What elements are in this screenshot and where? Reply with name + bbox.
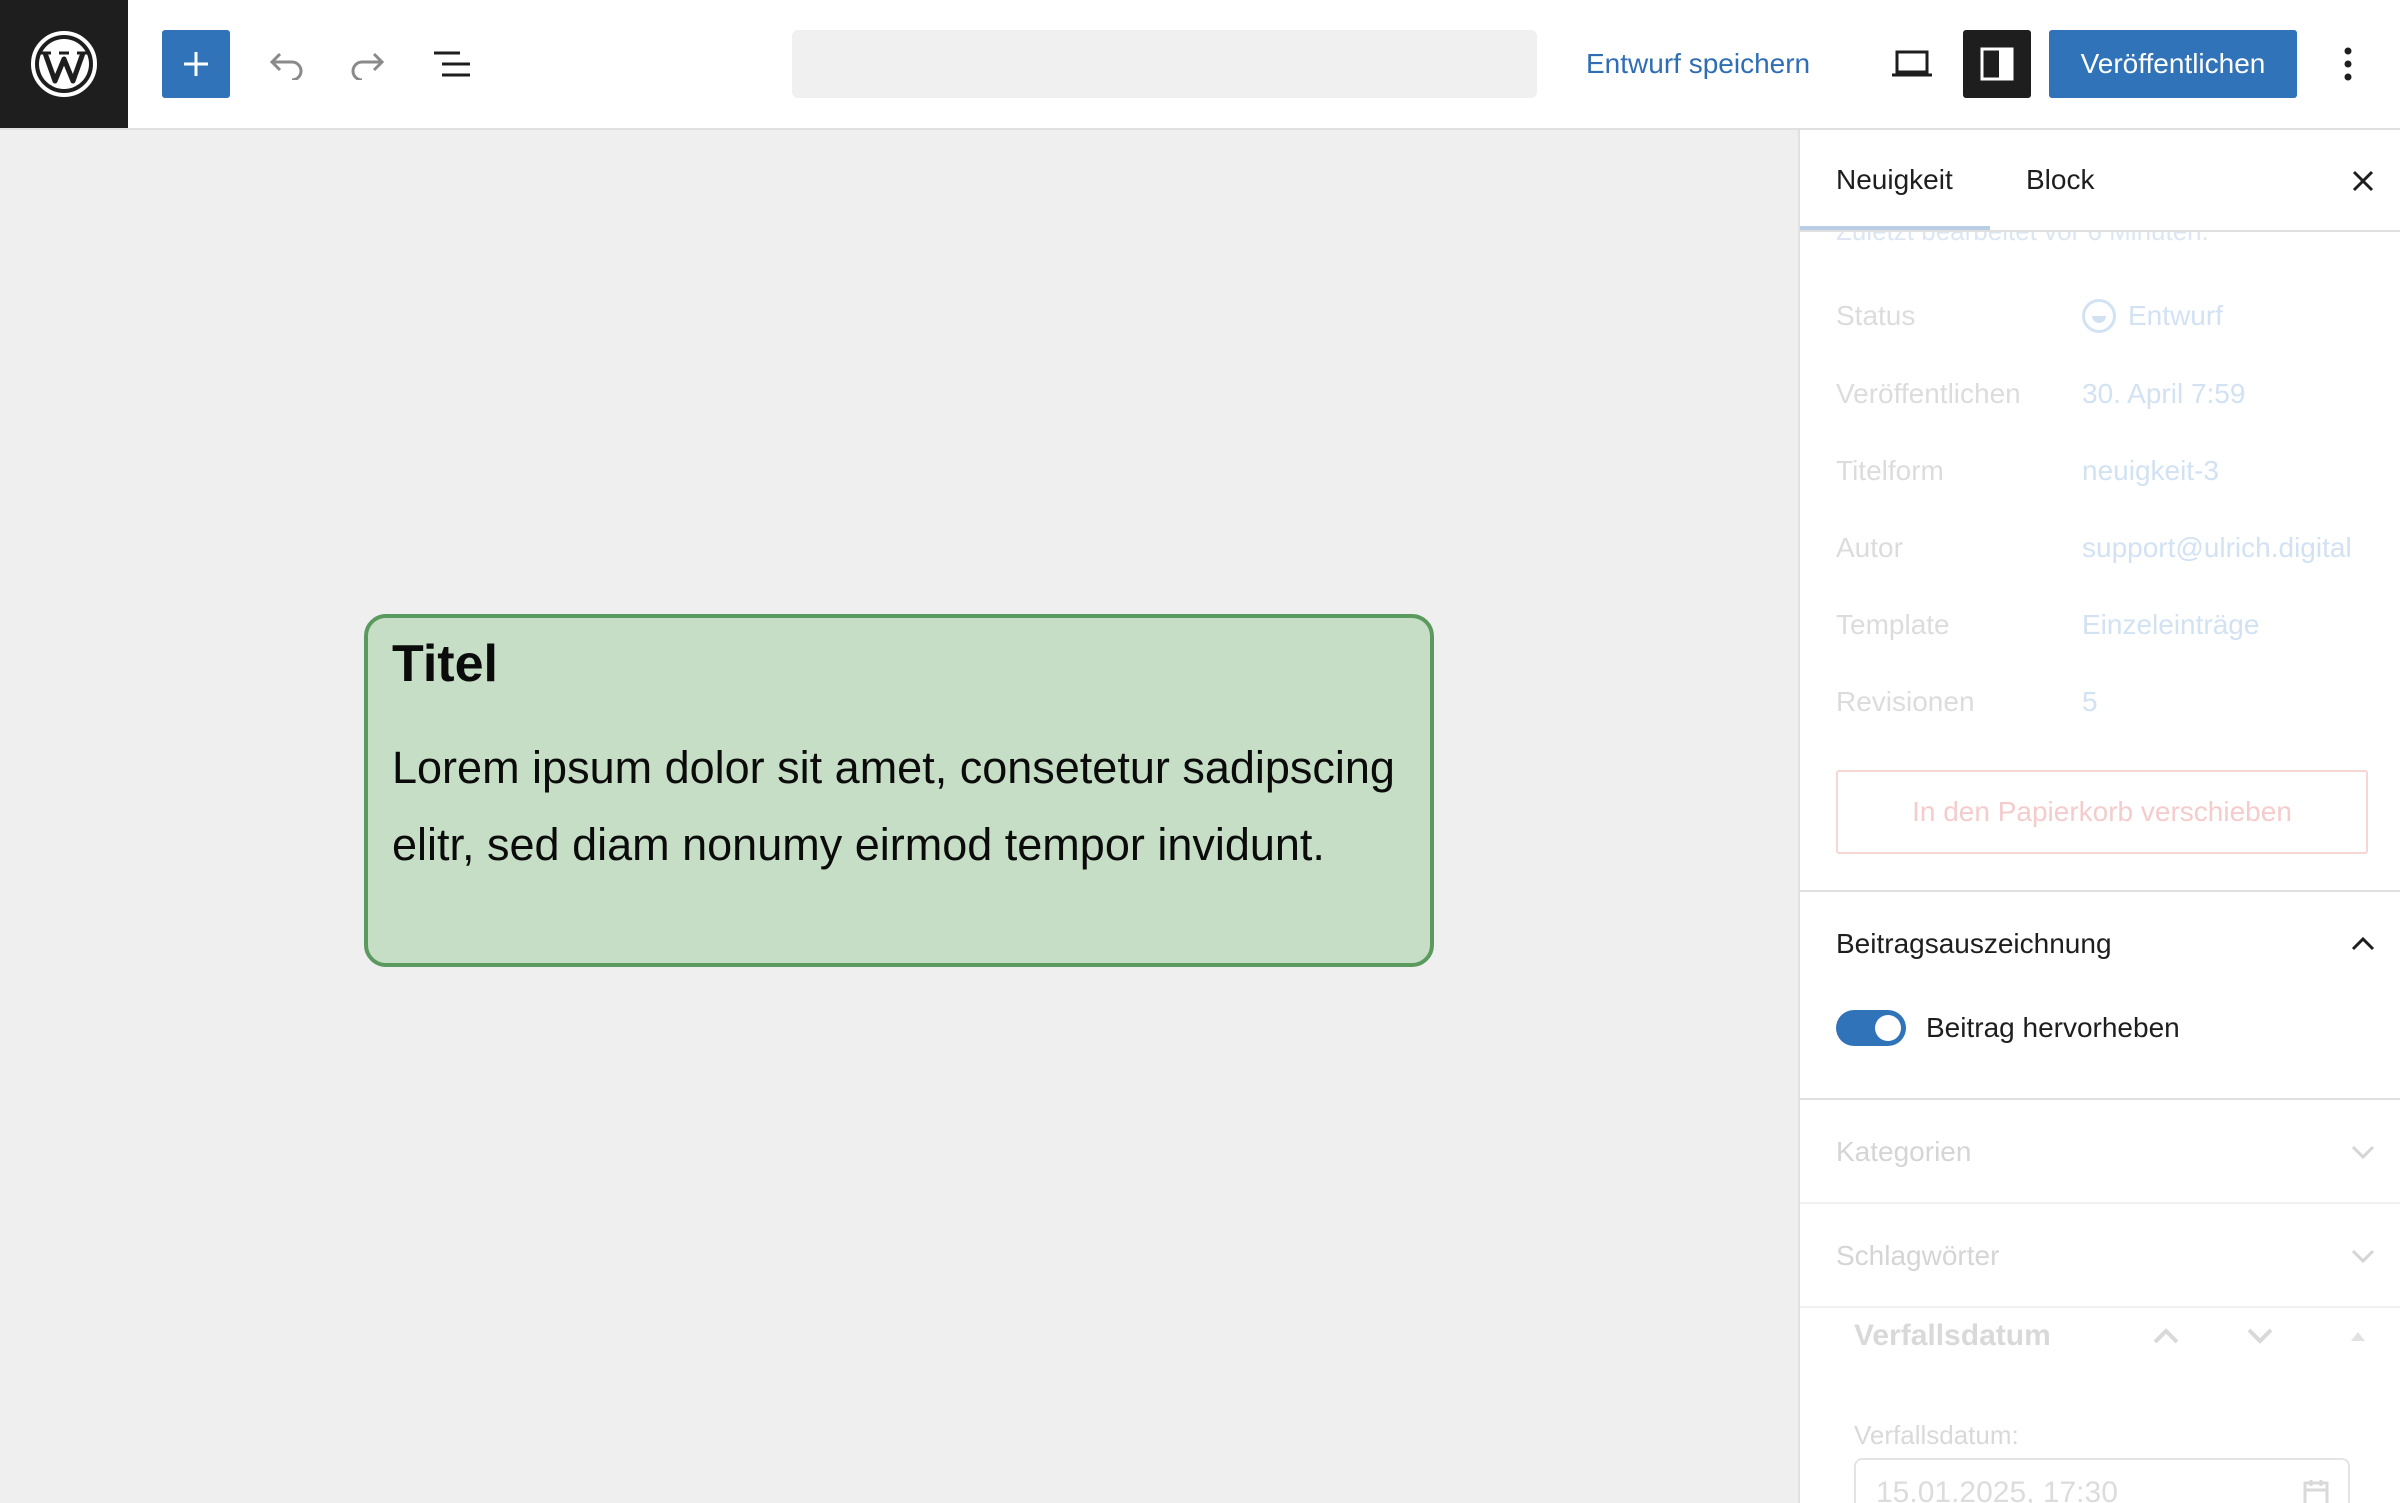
- chevron-up-icon: [2351, 936, 2375, 951]
- undo-button[interactable]: [252, 30, 320, 98]
- sidebar-tabs: Neuigkeit Block: [1800, 130, 2400, 232]
- document-overview-button[interactable]: [418, 30, 486, 98]
- tags-panel-title: Schlagwörter: [1836, 1240, 2000, 1271]
- summary-key: Template: [1836, 609, 1950, 640]
- close-sidebar-button[interactable]: [2340, 158, 2386, 204]
- summary-key: Titelform: [1836, 455, 1944, 486]
- add-block-button[interactable]: [162, 30, 230, 98]
- options-button[interactable]: [2316, 30, 2380, 98]
- expiry-field-label: Verfallsdatum:: [1854, 1420, 2019, 1450]
- expiry-date-value: 15.01.2025, 17:30: [1876, 1476, 2118, 1503]
- settings-sidebar: Neuigkeit Block Zuletzt bearbeitet vor 6…: [1798, 130, 2400, 1503]
- summary-value[interactable]: neuigkeit-3: [2082, 455, 2219, 487]
- toggle-panel-button[interactable]: [2338, 1318, 2378, 1354]
- summary-value-status[interactable]: Entwurf: [2082, 299, 2223, 333]
- summary-key: Veröffentlichen: [1836, 378, 2021, 409]
- block-title[interactable]: Titel: [392, 635, 1406, 693]
- chevron-down-icon: [2247, 1328, 2273, 1344]
- plus-icon: [184, 52, 208, 76]
- categories-panel-header[interactable]: Kategorien: [1836, 1122, 2376, 1182]
- summary-row-author: Autor support@ulrich.digital: [1836, 518, 2396, 578]
- summary-value: Entwurf: [2128, 300, 2223, 331]
- editor-header: Entwurf speichern Veröffentlichen: [0, 0, 2400, 130]
- move-to-trash-button[interactable]: In den Papierkorb verschieben: [1836, 770, 2368, 854]
- tab-block[interactable]: Block: [2026, 130, 2094, 230]
- triangle-up-icon: [2351, 1332, 2365, 1341]
- redo-button[interactable]: [334, 30, 402, 98]
- summary-key: Status: [1836, 300, 1916, 331]
- move-up-button[interactable]: [2146, 1318, 2186, 1354]
- featured-toggle-label: Beitrag hervorheben: [1926, 1012, 2180, 1043]
- desktop-icon: [1892, 50, 1932, 77]
- summary-row-slug: Titelform neuigkeit-3: [1836, 441, 2396, 501]
- active-tab-indicator: [1800, 226, 1990, 230]
- list-view-icon: [434, 51, 470, 77]
- content-block[interactable]: Titel Lorem ipsum dolor sit amet, conset…: [364, 614, 1434, 967]
- wordpress-logo-icon: [31, 31, 97, 97]
- tab-post[interactable]: Neuigkeit: [1836, 130, 1953, 230]
- expiry-panel-title: Verfallsdatum: [1854, 1319, 2051, 1352]
- sidebar-icon: [1980, 47, 2014, 81]
- wordpress-logo-button[interactable]: [0, 0, 128, 128]
- expiry-date-input[interactable]: 15.01.2025, 17:30: [1854, 1458, 2350, 1503]
- chevron-up-icon: [2153, 1328, 2179, 1344]
- tags-panel-header[interactable]: Schlagwörter: [1836, 1226, 2376, 1286]
- summary-value[interactable]: support@ulrich.digital: [2082, 532, 2352, 564]
- undo-icon: [269, 52, 303, 80]
- publish-button[interactable]: Veröffentlichen: [2049, 30, 2297, 98]
- featured-panel-title: Beitragsauszeichnung: [1836, 928, 2112, 959]
- editor-canvas: Titel Lorem ipsum dolor sit amet, conset…: [0, 130, 1798, 1503]
- close-icon: [2352, 170, 2374, 192]
- summary-row-status: Status Entwurf: [1836, 286, 2396, 346]
- chevron-down-icon: [2351, 1249, 2375, 1264]
- document-bar[interactable]: [792, 30, 1537, 98]
- summary-value[interactable]: Einzeleinträge: [2082, 609, 2259, 641]
- preview-button[interactable]: [1876, 30, 1948, 98]
- summary-row-template: Template Einzeleinträge: [1836, 595, 2396, 655]
- chevron-down-icon: [2351, 1145, 2375, 1160]
- panel-divider: [1800, 890, 2400, 892]
- featured-panel-header[interactable]: Beitragsauszeichnung: [1836, 914, 2376, 974]
- redo-icon: [351, 52, 385, 80]
- summary-key: Autor: [1836, 532, 1903, 563]
- move-down-button[interactable]: [2240, 1318, 2280, 1354]
- summary-row-revisions: Revisionen 5: [1836, 672, 2396, 732]
- panel-divider: [1800, 1098, 2400, 1100]
- featured-toggle[interactable]: [1836, 1010, 1906, 1046]
- categories-panel-title: Kategorien: [1836, 1136, 1972, 1167]
- block-paragraph[interactable]: Lorem ipsum dolor sit amet, consetetur s…: [392, 729, 1406, 883]
- draft-status-icon: [2082, 299, 2116, 333]
- more-vertical-icon: [2344, 47, 2352, 81]
- featured-toggle-row: Beitrag hervorheben: [1836, 998, 2180, 1058]
- calendar-icon[interactable]: [2302, 1478, 2330, 1503]
- summary-row-publish: Veröffentlichen 30. April 7:59: [1836, 364, 2396, 424]
- settings-button[interactable]: [1963, 30, 2031, 98]
- save-draft-button[interactable]: Entwurf speichern: [1586, 30, 1810, 98]
- summary-value[interactable]: 30. April 7:59: [2082, 378, 2245, 410]
- summary-key: Revisionen: [1836, 686, 1975, 717]
- panel-divider: [1800, 1202, 2400, 1204]
- summary-value[interactable]: 5: [2082, 686, 2098, 718]
